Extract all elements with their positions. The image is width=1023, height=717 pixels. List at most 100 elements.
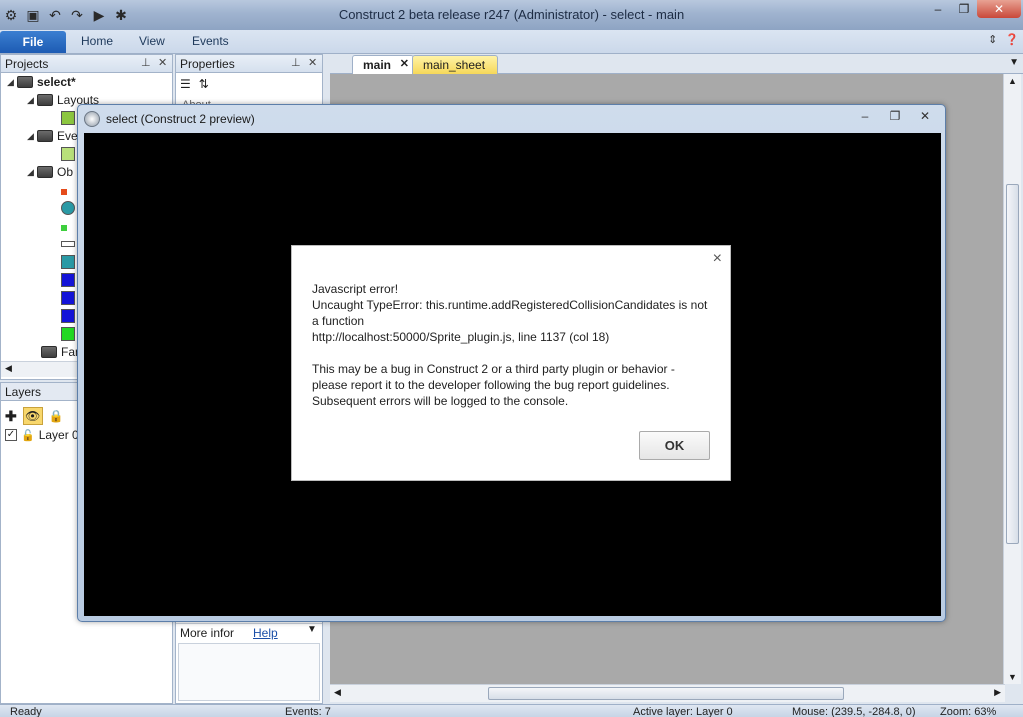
title-bar: ⚙ ▣ ↶ ↷ ▶ ✱ Construct 2 beta release r24… — [0, 0, 1023, 30]
object-icon — [61, 273, 75, 287]
folder-icon — [17, 76, 33, 88]
tab-events[interactable]: Events — [192, 34, 229, 48]
error-dialog: × Javascript error! Uncaught TypeError: … — [291, 245, 731, 481]
ribbon: File Home View Events ⇕ ❓ — [0, 30, 1023, 54]
folder-icon — [37, 130, 53, 142]
tab-main-sheet[interactable]: main_sheet — [412, 55, 498, 74]
layers-title: Layers — [5, 384, 42, 399]
scroll-left-icon[interactable]: ◀ — [5, 363, 12, 374]
minimize-button[interactable]: – — [925, 0, 951, 18]
tab-main[interactable]: main ✕ — [352, 55, 414, 74]
ok-button[interactable]: OK — [639, 431, 710, 460]
tab-home[interactable]: Home — [81, 34, 113, 48]
horizontal-scroll-thumb[interactable] — [488, 687, 844, 700]
help-link[interactable]: Help — [253, 626, 278, 640]
object-icon — [61, 309, 75, 323]
event-sheet-icon — [61, 147, 75, 161]
properties-title: Properties — [180, 56, 235, 71]
layers-toolbar: ✚ 👁 🔒 — [5, 407, 64, 425]
lock-icon[interactable]: 🔒 — [49, 409, 64, 423]
properties-description — [178, 643, 320, 701]
close-button[interactable]: ✕ — [977, 0, 1021, 18]
status-events: Events: 7 — [285, 706, 331, 717]
layer-row[interactable]: ✓ 🔓 Layer 0 — [5, 428, 79, 442]
window-controls: – ❐ ✕ — [925, 0, 1021, 18]
vertical-scrollbar[interactable]: ▲ ▼ — [1003, 74, 1021, 684]
project-name: select* — [37, 75, 76, 89]
expand-icon[interactable]: ◢ — [27, 167, 37, 178]
tabs-dropdown-icon[interactable]: ▼ — [1009, 57, 1019, 68]
sort-az-icon[interactable]: ⇅ — [199, 77, 209, 91]
properties-header: Properties ⊥ ✕ — [176, 55, 322, 73]
tree-label: Ob — [57, 165, 74, 179]
categorized-icon[interactable]: ☰ — [180, 77, 191, 91]
object-icon — [61, 327, 75, 341]
more-info-label: More infor — [180, 626, 235, 640]
status-bar: Ready Events: 7 Active layer: Layer 0 Mo… — [0, 704, 1023, 717]
object-icon — [61, 225, 67, 231]
help-icon[interactable]: ❓ — [1005, 33, 1019, 46]
properties-toolbar: ☰ ⇅ — [176, 73, 322, 95]
status-ready: Ready — [10, 706, 42, 717]
folder-icon — [37, 166, 53, 178]
close-icon[interactable]: ✕ — [308, 56, 317, 69]
error-followup: Subsequent errors will be logged to the … — [312, 394, 569, 408]
minimize-button[interactable]: – — [853, 108, 877, 124]
tree-label: Eve — [57, 129, 78, 143]
scroll-left-icon[interactable]: ◀ — [334, 687, 341, 698]
close-button[interactable]: ✕ — [913, 108, 937, 124]
pin-icon[interactable]: ⊥ — [141, 56, 151, 69]
status-zoom: Zoom: 63% — [940, 706, 997, 717]
tree-item-objects[interactable]: ◢ Ob — [27, 163, 73, 181]
error-heading: Javascript error! — [312, 282, 399, 296]
pin-icon[interactable]: ⊥ — [291, 56, 301, 69]
scroll-right-icon[interactable]: ▶ — [994, 687, 1001, 698]
tab-label: main — [363, 58, 392, 72]
object-icon — [61, 241, 75, 247]
object-icon — [61, 201, 75, 215]
expand-icon[interactable]: ◢ — [27, 131, 37, 142]
vertical-scroll-thumb[interactable] — [1006, 184, 1019, 544]
object-icon — [61, 255, 75, 269]
dialog-message: Javascript error! Uncaught TypeError: th… — [312, 281, 712, 409]
error-advice: This may be a bug in Construct 2 or a th… — [312, 362, 675, 392]
object-icon — [61, 189, 67, 195]
restore-button[interactable]: ❐ — [951, 0, 977, 18]
dialog-close-icon[interactable]: × — [713, 250, 722, 268]
tab-label: main_sheet — [423, 58, 486, 72]
add-layer-icon[interactable]: ✚ — [5, 408, 17, 425]
scroll-down-icon[interactable]: ▼ — [1008, 672, 1017, 682]
status-mouse: Mouse: (239.5, -284.8, 0) — [792, 706, 916, 717]
folder-icon — [41, 346, 57, 358]
file-tab[interactable]: File — [0, 31, 66, 53]
close-tab-icon[interactable]: ✕ — [400, 57, 409, 70]
preview-title: select (Construct 2 preview) — [106, 112, 255, 126]
document-tabs: main ✕ main_sheet ▼ — [330, 54, 1023, 74]
updown-icon[interactable]: ⇕ — [988, 33, 997, 46]
visibility-icon[interactable]: 👁 — [22, 407, 43, 425]
tree-root[interactable]: ◢ select* — [7, 73, 76, 91]
status-active-layer: Active layer: Layer 0 — [633, 706, 733, 717]
projects-header: Projects ⊥ ✕ — [1, 55, 172, 73]
properties-footer: More infor Help ▼ — [176, 623, 322, 640]
tab-view[interactable]: View — [139, 34, 165, 48]
layer-visible-checkbox[interactable]: ✓ — [5, 429, 17, 441]
close-icon[interactable]: ✕ — [158, 56, 167, 69]
folder-icon — [37, 94, 53, 106]
preview-controls: – ❐ ✕ — [853, 108, 937, 124]
tree-item-events[interactable]: ◢ Eve — [27, 127, 78, 145]
error-location: http://localhost:50000/Sprite_plugin.js,… — [312, 330, 610, 344]
object-icon — [61, 291, 75, 305]
horizontal-scrollbar[interactable]: ◀ ▶ — [330, 684, 1005, 702]
ribbon-controls: ⇕ ❓ — [988, 33, 1019, 46]
layer-lock-icon[interactable]: 🔓 — [21, 429, 35, 442]
scroll-up-icon[interactable]: ▲ — [1008, 76, 1017, 86]
expand-icon[interactable]: ◢ — [7, 77, 17, 88]
expand-icon[interactable]: ◢ — [27, 95, 37, 106]
dropdown-icon[interactable]: ▼ — [307, 624, 317, 635]
maximize-button[interactable]: ❐ — [883, 108, 907, 124]
projects-title: Projects — [5, 56, 49, 71]
layer-name: Layer 0 — [38, 428, 79, 442]
layout-icon — [61, 111, 75, 125]
error-type: Uncaught TypeError: this.runtime.addRegi… — [312, 298, 708, 328]
